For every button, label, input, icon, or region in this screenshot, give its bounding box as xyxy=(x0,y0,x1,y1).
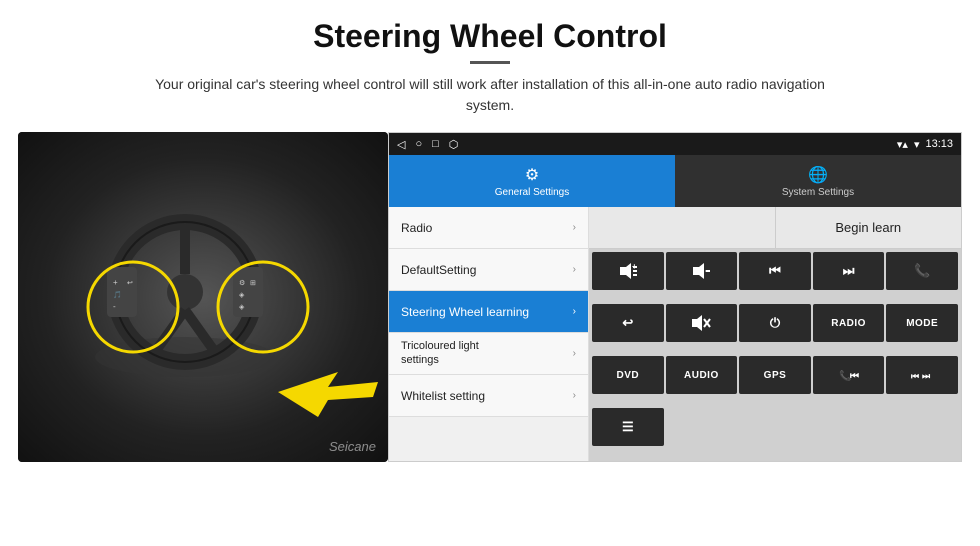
general-settings-icon: ⚙ xyxy=(525,165,539,185)
highlight-circles xyxy=(18,132,388,462)
status-bar-right: ▾▴ ▾ 13:13 xyxy=(897,138,953,151)
status-bar: ◁ ○ □ ⬡ ▾▴ ▾ 13:13 xyxy=(389,133,961,155)
menu-steering-label: Steering Wheel learning xyxy=(401,305,529,319)
phone-btn[interactable]: 📞 xyxy=(886,252,958,290)
mode-btn[interactable]: MODE xyxy=(886,304,958,342)
begin-learn-row: Begin learn xyxy=(589,207,961,249)
watermark: Seicane xyxy=(329,439,376,454)
control-grid: + - ⏮ ⏭ 📞 ↩ ⏻ RADIO xyxy=(589,249,961,461)
menu-whitelist-label: Whitelist setting xyxy=(401,389,485,403)
chevron-icon-tricoloured: › xyxy=(573,348,576,359)
next-track-btn[interactable]: ⏭ xyxy=(813,252,885,290)
svg-text:⏮: ⏮ xyxy=(850,371,859,382)
time-display: 13:13 xyxy=(925,138,953,150)
signal-icon: ▾ xyxy=(914,138,920,151)
car-image-area: + 🎵 - ↩ ⚙ ◈ ◈ ⊞ xyxy=(18,132,388,462)
tab-system-settings[interactable]: 🌐 System Settings xyxy=(675,155,961,207)
right-controls: Begin learn + - ⏮ ⏭ 📞 xyxy=(589,207,961,461)
menu-item-steering-wheel[interactable]: Steering Wheel learning › xyxy=(389,291,588,333)
main-panel: Radio › DefaultSetting › Steering Wheel … xyxy=(389,207,961,461)
power-btn[interactable]: ⏻ xyxy=(739,304,811,342)
chevron-icon-default: › xyxy=(573,264,576,275)
volume-up-btn[interactable]: + xyxy=(592,252,664,290)
menu-icon: ⬡ xyxy=(449,138,459,151)
prev-track-btn[interactable]: ⏮ xyxy=(739,252,811,290)
title-divider xyxy=(470,61,510,64)
chevron-icon-radio: › xyxy=(573,222,576,233)
recents-icon: □ xyxy=(432,138,439,150)
menu-defaultsetting-label: DefaultSetting xyxy=(401,263,476,277)
tab-general-label: General Settings xyxy=(495,187,570,198)
empty-cell xyxy=(589,207,776,248)
header-section: Steering Wheel Control Your original car… xyxy=(0,0,980,124)
tab-bar: ⚙ General Settings 🌐 System Settings xyxy=(389,155,961,207)
menu-item-radio[interactable]: Radio › xyxy=(389,207,588,249)
svg-text:+: + xyxy=(632,262,637,271)
phone-prev-btn[interactable]: 📞⏮ xyxy=(813,356,885,394)
status-bar-left: ◁ ○ □ ⬡ xyxy=(397,138,458,151)
car-background: + 🎵 - ↩ ⚙ ◈ ◈ ⊞ xyxy=(18,132,388,462)
radio-btn[interactable]: RADIO xyxy=(813,304,885,342)
chevron-icon-whitelist: › xyxy=(573,390,576,401)
svg-text:-: - xyxy=(705,266,708,275)
menu-item-defaultsetting[interactable]: DefaultSetting › xyxy=(389,249,588,291)
svg-text:⏮: ⏮ xyxy=(911,371,919,381)
menu-tricoloured-label: Tricoloured lightsettings xyxy=(401,340,479,366)
left-menu: Radio › DefaultSetting › Steering Wheel … xyxy=(389,207,589,461)
audio-btn[interactable]: AUDIO xyxy=(666,356,738,394)
back-icon: ◁ xyxy=(397,138,405,151)
page-subtitle: Your original car's steering wheel contr… xyxy=(140,74,840,116)
dvd-btn[interactable]: DVD xyxy=(592,356,664,394)
tab-general-settings[interactable]: ⚙ General Settings xyxy=(389,155,675,207)
skip-btn[interactable]: ⏮⏭ xyxy=(886,356,958,394)
page-title: Steering Wheel Control xyxy=(40,18,940,55)
content-area: + 🎵 - ↩ ⚙ ◈ ◈ ⊞ xyxy=(0,124,980,546)
mute-btn[interactable] xyxy=(666,304,738,342)
menu-item-whitelist[interactable]: Whitelist setting › xyxy=(389,375,588,417)
menu-radio-label: Radio xyxy=(401,221,432,235)
list-btn[interactable]: ☰ xyxy=(592,408,664,446)
wifi-icon: ▾▴ xyxy=(897,138,908,151)
android-panel: ◁ ○ □ ⬡ ▾▴ ▾ 13:13 ⚙ General Settings xyxy=(388,132,962,462)
begin-learn-button[interactable]: Begin learn xyxy=(776,207,962,248)
back-btn[interactable]: ↩ xyxy=(592,304,664,342)
gps-btn[interactable]: GPS xyxy=(739,356,811,394)
tab-system-label: System Settings xyxy=(782,187,854,198)
svg-text:⏭: ⏭ xyxy=(922,371,931,381)
system-settings-icon: 🌐 xyxy=(808,165,828,185)
home-icon: ○ xyxy=(415,138,422,150)
menu-item-tricoloured[interactable]: Tricoloured lightsettings › xyxy=(389,333,588,375)
volume-down-btn[interactable]: - xyxy=(666,252,738,290)
page-container: Steering Wheel Control Your original car… xyxy=(0,0,980,546)
chevron-icon-steering: › xyxy=(573,306,576,317)
